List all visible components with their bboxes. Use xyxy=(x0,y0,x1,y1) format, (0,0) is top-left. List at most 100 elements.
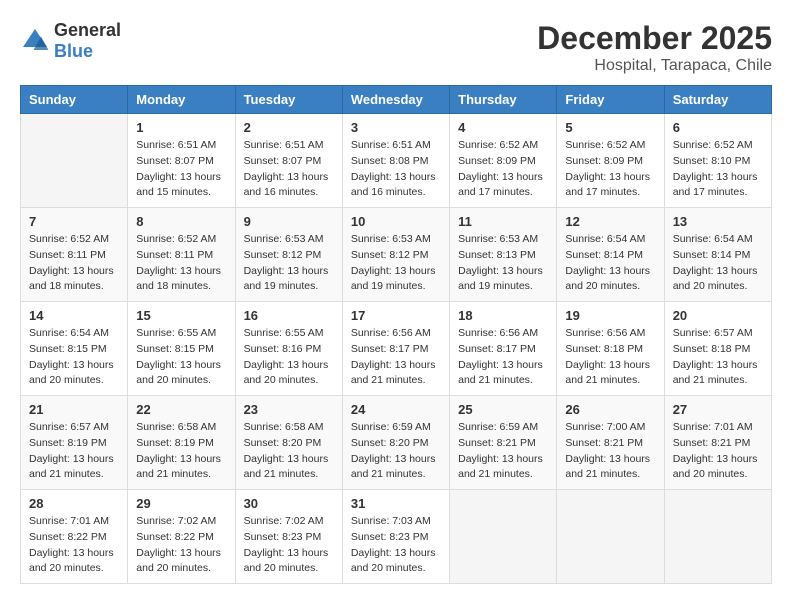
day-info: Sunrise: 6:55 AM Sunset: 8:16 PM Dayligh… xyxy=(244,326,334,389)
day-cell: 20 Sunrise: 6:57 AM Sunset: 8:18 PM Dayli… xyxy=(664,302,771,396)
logo-general: General xyxy=(54,20,121,40)
weekday-header-wednesday: Wednesday xyxy=(342,86,449,114)
day-number: 15 xyxy=(136,308,226,323)
day-info: Sunrise: 6:54 AM Sunset: 8:14 PM Dayligh… xyxy=(673,232,763,295)
day-cell: 9Sunrise: 6:53 AM Sunset: 8:12 PM Daylig… xyxy=(235,208,342,302)
day-number: 29 xyxy=(136,496,226,511)
day-number: 26 xyxy=(565,402,655,417)
day-number: 1 xyxy=(136,120,226,135)
day-number: 21 xyxy=(29,402,119,417)
header: General Blue December 2025 Hospital, Tar… xyxy=(20,20,772,75)
day-cell: 14 Sunrise: 6:54 AM Sunset: 8:15 PM Dayli… xyxy=(21,302,128,396)
day-cell: 29 Sunrise: 7:02 AM Sunset: 8:22 PM Dayli… xyxy=(128,490,235,584)
weekday-header-tuesday: Tuesday xyxy=(235,86,342,114)
day-number: 23 xyxy=(244,402,334,417)
day-info: Sunrise: 6:54 AM Sunset: 8:14 PM Dayligh… xyxy=(565,232,655,295)
day-number: 11 xyxy=(458,214,548,229)
day-number: 10 xyxy=(351,214,441,229)
day-number: 17 xyxy=(351,308,441,323)
day-cell: 27 Sunrise: 7:01 AM Sunset: 8:21 PM Dayli… xyxy=(664,396,771,490)
day-number: 18 xyxy=(458,308,548,323)
day-number: 12 xyxy=(565,214,655,229)
weekday-header-thursday: Thursday xyxy=(450,86,557,114)
day-number: 13 xyxy=(673,214,763,229)
day-number: 8 xyxy=(136,214,226,229)
day-cell: 13 Sunrise: 6:54 AM Sunset: 8:14 PM Dayli… xyxy=(664,208,771,302)
day-cell: 30 Sunrise: 7:02 AM Sunset: 8:23 PM Dayli… xyxy=(235,490,342,584)
day-cell: 3Sunrise: 6:51 AM Sunset: 8:08 PM Daylig… xyxy=(342,114,449,208)
day-number: 6 xyxy=(673,120,763,135)
day-number: 25 xyxy=(458,402,548,417)
day-info: Sunrise: 6:57 AM Sunset: 8:18 PM Dayligh… xyxy=(673,326,763,389)
logo-text: General Blue xyxy=(54,20,121,62)
day-info: Sunrise: 6:52 AM Sunset: 8:11 PM Dayligh… xyxy=(136,232,226,295)
weekday-header-sunday: Sunday xyxy=(21,86,128,114)
day-cell: 22Sunrise: 6:58 AM Sunset: 8:19 PM Dayli… xyxy=(128,396,235,490)
day-number: 22 xyxy=(136,402,226,417)
day-info: Sunrise: 7:02 AM Sunset: 8:22 PM Dayligh… xyxy=(136,514,226,577)
day-info: Sunrise: 6:52 AM Sunset: 8:10 PM Dayligh… xyxy=(673,138,763,201)
logo-blue: Blue xyxy=(54,41,93,61)
weekday-header-row: SundayMondayTuesdayWednesdayThursdayFrid… xyxy=(21,86,772,114)
day-number: 2 xyxy=(244,120,334,135)
day-info: Sunrise: 6:54 AM Sunset: 8:15 PM Dayligh… xyxy=(29,326,119,389)
week-row-2: 7Sunrise: 6:52 AM Sunset: 8:11 PM Daylig… xyxy=(21,208,772,302)
day-cell: 23 Sunrise: 6:58 AM Sunset: 8:20 PM Dayli… xyxy=(235,396,342,490)
day-info: Sunrise: 6:59 AM Sunset: 8:21 PM Dayligh… xyxy=(458,420,548,483)
day-number: 19 xyxy=(565,308,655,323)
day-info: Sunrise: 6:53 AM Sunset: 8:12 PM Dayligh… xyxy=(244,232,334,295)
day-cell: 5 Sunrise: 6:52 AM Sunset: 8:09 PM Daylig… xyxy=(557,114,664,208)
day-cell: 10 Sunrise: 6:53 AM Sunset: 8:12 PM Dayli… xyxy=(342,208,449,302)
day-number: 27 xyxy=(673,402,763,417)
weekday-header-saturday: Saturday xyxy=(664,86,771,114)
weekday-header-friday: Friday xyxy=(557,86,664,114)
day-info: Sunrise: 6:53 AM Sunset: 8:13 PM Dayligh… xyxy=(458,232,548,295)
day-info: Sunrise: 6:58 AM Sunset: 8:20 PM Dayligh… xyxy=(244,420,334,483)
day-number: 14 xyxy=(29,308,119,323)
day-cell: 19 Sunrise: 6:56 AM Sunset: 8:18 PM Dayli… xyxy=(557,302,664,396)
day-info: Sunrise: 7:01 AM Sunset: 8:21 PM Dayligh… xyxy=(673,420,763,483)
week-row-3: 14 Sunrise: 6:54 AM Sunset: 8:15 PM Dayli… xyxy=(21,302,772,396)
day-cell: 31Sunrise: 7:03 AM Sunset: 8:23 PM Dayli… xyxy=(342,490,449,584)
day-cell: 21 Sunrise: 6:57 AM Sunset: 8:19 PM Dayli… xyxy=(21,396,128,490)
day-number: 16 xyxy=(244,308,334,323)
day-cell: 12 Sunrise: 6:54 AM Sunset: 8:14 PM Dayli… xyxy=(557,208,664,302)
day-info: Sunrise: 6:57 AM Sunset: 8:19 PM Dayligh… xyxy=(29,420,119,483)
week-row-1: 1 Sunrise: 6:51 AM Sunset: 8:07 PM Daylig… xyxy=(21,114,772,208)
day-cell: 11 Sunrise: 6:53 AM Sunset: 8:13 PM Dayli… xyxy=(450,208,557,302)
day-cell: 17Sunrise: 6:56 AM Sunset: 8:17 PM Dayli… xyxy=(342,302,449,396)
day-number: 30 xyxy=(244,496,334,511)
day-cell: 1Sunrise: 6:51 AM Sunset: 8:07 PM Daylig… xyxy=(128,114,235,208)
month-title: December 2025 xyxy=(537,20,772,57)
day-cell: 7Sunrise: 6:52 AM Sunset: 8:11 PM Daylig… xyxy=(21,208,128,302)
day-cell xyxy=(557,490,664,584)
day-info: Sunrise: 6:51 AM Sunset: 8:08 PM Dayligh… xyxy=(351,138,441,201)
day-info: Sunrise: 6:53 AM Sunset: 8:12 PM Dayligh… xyxy=(351,232,441,295)
week-row-5: 28Sunrise: 7:01 AM Sunset: 8:22 PM Dayli… xyxy=(21,490,772,584)
day-cell: 28Sunrise: 7:01 AM Sunset: 8:22 PM Dayli… xyxy=(21,490,128,584)
day-info: Sunrise: 6:51 AM Sunset: 8:07 PM Dayligh… xyxy=(244,138,334,201)
day-info: Sunrise: 6:52 AM Sunset: 8:11 PM Dayligh… xyxy=(29,232,119,295)
logo-icon xyxy=(20,26,50,56)
day-info: Sunrise: 6:56 AM Sunset: 8:18 PM Dayligh… xyxy=(565,326,655,389)
day-info: Sunrise: 7:02 AM Sunset: 8:23 PM Dayligh… xyxy=(244,514,334,577)
day-number: 24 xyxy=(351,402,441,417)
day-info: Sunrise: 7:03 AM Sunset: 8:23 PM Dayligh… xyxy=(351,514,441,577)
day-info: Sunrise: 6:55 AM Sunset: 8:15 PM Dayligh… xyxy=(136,326,226,389)
day-info: Sunrise: 6:59 AM Sunset: 8:20 PM Dayligh… xyxy=(351,420,441,483)
day-cell: 2 Sunrise: 6:51 AM Sunset: 8:07 PM Daylig… xyxy=(235,114,342,208)
day-number: 5 xyxy=(565,120,655,135)
day-info: Sunrise: 6:52 AM Sunset: 8:09 PM Dayligh… xyxy=(565,138,655,201)
location-title: Hospital, Tarapaca, Chile xyxy=(537,57,772,75)
day-info: Sunrise: 6:56 AM Sunset: 8:17 PM Dayligh… xyxy=(458,326,548,389)
week-row-4: 21 Sunrise: 6:57 AM Sunset: 8:19 PM Dayli… xyxy=(21,396,772,490)
day-cell: 18 Sunrise: 6:56 AM Sunset: 8:17 PM Dayli… xyxy=(450,302,557,396)
day-number: 4 xyxy=(458,120,548,135)
day-cell xyxy=(21,114,128,208)
day-cell: 8 Sunrise: 6:52 AM Sunset: 8:11 PM Daylig… xyxy=(128,208,235,302)
day-cell xyxy=(664,490,771,584)
day-number: 20 xyxy=(673,308,763,323)
day-cell: 4Sunrise: 6:52 AM Sunset: 8:09 PM Daylig… xyxy=(450,114,557,208)
day-cell: 24 Sunrise: 6:59 AM Sunset: 8:20 PM Dayli… xyxy=(342,396,449,490)
day-info: Sunrise: 7:00 AM Sunset: 8:21 PM Dayligh… xyxy=(565,420,655,483)
